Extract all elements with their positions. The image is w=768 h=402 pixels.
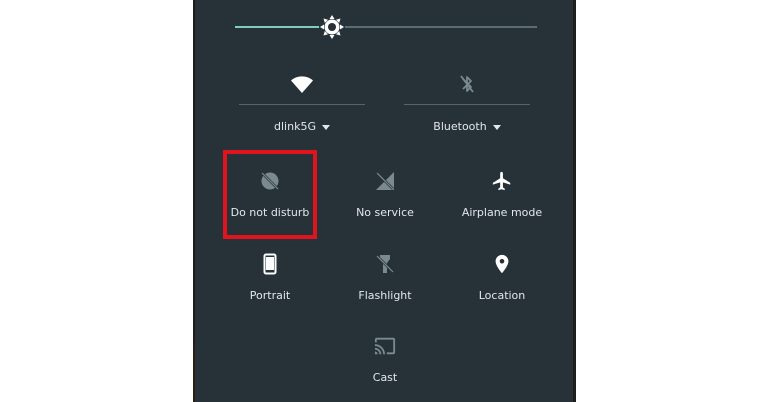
cast-icon	[374, 335, 396, 357]
portrait-icon	[259, 253, 281, 275]
brightness-slider[interactable]	[235, 12, 537, 42]
bluetooth-tile[interactable]: Bluetooth	[402, 66, 532, 138]
wifi-label[interactable]: dlink5G	[237, 120, 367, 133]
location-icon	[491, 253, 513, 275]
chevron-down-icon	[492, 124, 501, 130]
bluetooth-label[interactable]: Bluetooth	[402, 120, 532, 133]
no-signal-icon	[374, 170, 396, 192]
flashlight-icon	[374, 253, 396, 275]
chevron-down-icon	[321, 124, 330, 130]
wifi-tile[interactable]: dlink5G	[237, 66, 367, 138]
tile-label: Location	[478, 289, 526, 302]
tile-cast[interactable]: Cast	[330, 335, 440, 395]
phone-screen: dlink5G Bluetooth Do not disturb No serv…	[193, 0, 576, 402]
quick-settings-panel: dlink5G Bluetooth Do not disturb No serv…	[195, 0, 573, 402]
airplane-icon	[491, 170, 513, 192]
wifi-icon	[290, 72, 314, 96]
tile-flashlight[interactable]: Flashlight	[330, 253, 440, 313]
bluetooth-off-icon	[455, 72, 479, 96]
tile-no-service[interactable]: No service	[330, 170, 440, 230]
tile-label: Flashlight	[358, 289, 412, 302]
highlight-box	[223, 150, 317, 239]
wifi-divider	[239, 104, 365, 105]
tile-label: Portrait	[249, 289, 291, 302]
tile-location[interactable]: Location	[447, 253, 557, 313]
tile-label: Cast	[372, 371, 398, 384]
bluetooth-name: Bluetooth	[433, 120, 487, 133]
tile-airplane-mode[interactable]: Airplane mode	[447, 170, 557, 230]
tile-label: Airplane mode	[461, 206, 543, 219]
brightness-icon[interactable]	[317, 12, 347, 42]
tile-label: No service	[356, 206, 414, 219]
wifi-network-name: dlink5G	[274, 120, 316, 133]
bluetooth-divider	[404, 104, 530, 105]
tile-portrait[interactable]: Portrait	[215, 253, 325, 313]
